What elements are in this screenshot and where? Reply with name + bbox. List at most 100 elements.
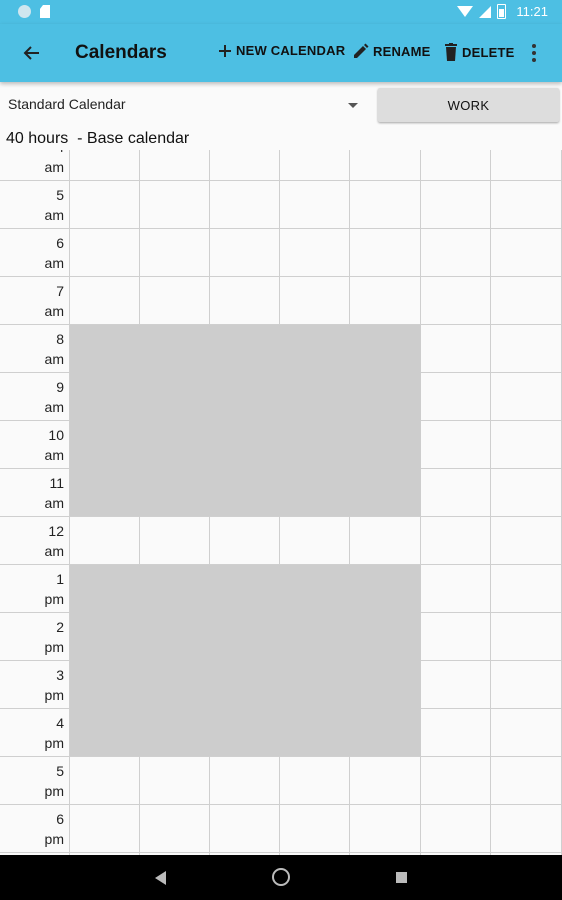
time-slot-cell[interactable] (280, 229, 350, 276)
time-slot-cell[interactable] (421, 277, 491, 324)
working-time-cell[interactable] (280, 373, 350, 421)
new-calendar-button[interactable]: NEW CALENDAR (218, 43, 345, 58)
time-slot-cell[interactable] (491, 373, 562, 420)
working-time-cell[interactable] (70, 565, 140, 613)
time-slot-cell[interactable] (350, 181, 421, 228)
time-slot-cell[interactable] (350, 229, 421, 276)
time-slot-cell[interactable] (280, 150, 350, 180)
time-slot-cell[interactable] (210, 757, 280, 804)
time-slot-cell[interactable] (421, 757, 491, 804)
time-slot-cell[interactable] (210, 150, 280, 180)
working-time-cell[interactable] (350, 373, 421, 421)
working-time-cell[interactable] (210, 613, 280, 661)
time-slot-cell[interactable] (70, 181, 140, 228)
working-time-cell[interactable] (350, 565, 421, 613)
working-time-cell[interactable] (140, 613, 210, 661)
week-grid[interactable]: 4am5am6am7am8am9am10am11am12am1pm2pm3pm4… (0, 150, 562, 855)
time-slot-cell[interactable] (421, 373, 491, 420)
time-slot-cell[interactable] (210, 181, 280, 228)
time-slot-cell[interactable] (421, 709, 491, 756)
time-slot-cell[interactable] (70, 277, 140, 324)
time-slot-cell[interactable] (491, 150, 562, 180)
working-time-cell[interactable] (140, 373, 210, 421)
working-time-cell[interactable] (280, 469, 350, 516)
time-slot-cell[interactable] (280, 277, 350, 324)
time-slot-cell[interactable] (140, 517, 210, 564)
time-slot-cell[interactable] (421, 150, 491, 180)
more-vert-icon[interactable] (526, 41, 542, 65)
time-slot-cell[interactable] (491, 661, 562, 708)
nav-home-icon[interactable] (272, 868, 290, 886)
working-time-cell[interactable] (70, 421, 140, 469)
time-slot-cell[interactable] (491, 613, 562, 660)
time-slot-cell[interactable] (70, 150, 140, 180)
time-slot-cell[interactable] (491, 181, 562, 228)
time-slot-cell[interactable] (491, 229, 562, 276)
delete-button[interactable]: DELETE (444, 43, 514, 61)
work-button[interactable]: WORK (378, 88, 559, 122)
time-slot-cell[interactable] (421, 613, 491, 660)
time-slot-cell[interactable] (421, 421, 491, 468)
working-time-cell[interactable] (280, 565, 350, 613)
time-slot-cell[interactable] (350, 150, 421, 180)
time-slot-cell[interactable] (350, 805, 421, 852)
working-time-cell[interactable] (210, 565, 280, 613)
time-slot-cell[interactable] (210, 277, 280, 324)
working-time-cell[interactable] (280, 709, 350, 756)
time-slot-cell[interactable] (280, 181, 350, 228)
working-time-cell[interactable] (70, 469, 140, 516)
time-slot-cell[interactable] (280, 805, 350, 852)
time-slot-cell[interactable] (491, 469, 562, 516)
time-slot-cell[interactable] (491, 565, 562, 612)
time-slot-cell[interactable] (70, 805, 140, 852)
working-time-cell[interactable] (280, 325, 350, 373)
time-slot-cell[interactable] (491, 277, 562, 324)
time-slot-cell[interactable] (210, 517, 280, 564)
working-time-cell[interactable] (70, 613, 140, 661)
working-time-cell[interactable] (210, 373, 280, 421)
working-time-cell[interactable] (280, 421, 350, 469)
working-time-cell[interactable] (210, 325, 280, 373)
working-time-cell[interactable] (140, 661, 210, 709)
nav-back-icon[interactable] (155, 871, 166, 885)
time-slot-cell[interactable] (491, 757, 562, 804)
working-time-cell[interactable] (210, 709, 280, 756)
time-slot-cell[interactable] (421, 181, 491, 228)
time-slot-cell[interactable] (210, 805, 280, 852)
time-slot-cell[interactable] (421, 325, 491, 372)
time-slot-cell[interactable] (421, 661, 491, 708)
working-time-cell[interactable] (280, 661, 350, 709)
time-slot-cell[interactable] (491, 421, 562, 468)
time-slot-cell[interactable] (210, 229, 280, 276)
time-slot-cell[interactable] (70, 229, 140, 276)
time-slot-cell[interactable] (491, 517, 562, 564)
working-time-cell[interactable] (140, 421, 210, 469)
working-time-cell[interactable] (70, 661, 140, 709)
working-time-cell[interactable] (350, 325, 421, 373)
time-slot-cell[interactable] (491, 805, 562, 852)
working-time-cell[interactable] (210, 421, 280, 469)
time-slot-cell[interactable] (491, 325, 562, 372)
time-slot-cell[interactable] (140, 181, 210, 228)
time-slot-cell[interactable] (140, 757, 210, 804)
working-time-cell[interactable] (350, 421, 421, 469)
time-slot-cell[interactable] (140, 150, 210, 180)
working-time-cell[interactable] (350, 709, 421, 756)
time-slot-cell[interactable] (421, 517, 491, 564)
time-slot-cell[interactable] (70, 517, 140, 564)
working-time-cell[interactable] (280, 613, 350, 661)
rename-button[interactable]: RENAME (352, 43, 431, 60)
time-slot-cell[interactable] (350, 517, 421, 564)
time-slot-cell[interactable] (280, 757, 350, 804)
working-time-cell[interactable] (140, 469, 210, 516)
time-slot-cell[interactable] (140, 229, 210, 276)
time-slot-cell[interactable] (491, 709, 562, 756)
time-slot-cell[interactable] (70, 757, 140, 804)
working-time-cell[interactable] (140, 709, 210, 756)
time-slot-cell[interactable] (350, 277, 421, 324)
time-slot-cell[interactable] (421, 229, 491, 276)
working-time-cell[interactable] (70, 709, 140, 756)
working-time-cell[interactable] (140, 565, 210, 613)
working-time-cell[interactable] (210, 661, 280, 709)
nav-recents-icon[interactable] (396, 872, 407, 883)
